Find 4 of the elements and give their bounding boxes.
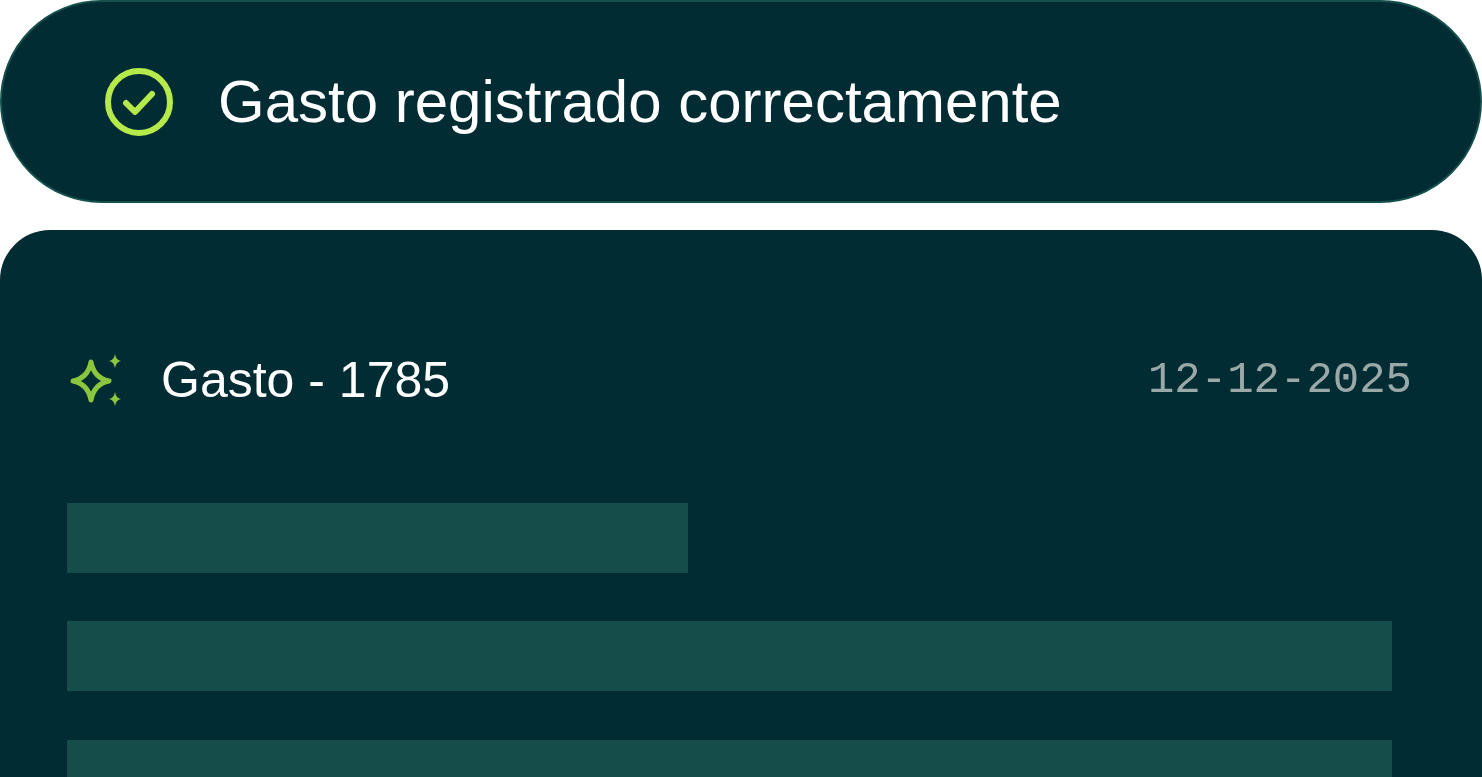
check-circle-icon (104, 66, 174, 137)
expense-title: Gasto - 1785 (161, 355, 451, 405)
toast-message: Gasto registrado correctamente (218, 71, 1062, 132)
expense-date: 12-12-2025 (1147, 358, 1412, 402)
